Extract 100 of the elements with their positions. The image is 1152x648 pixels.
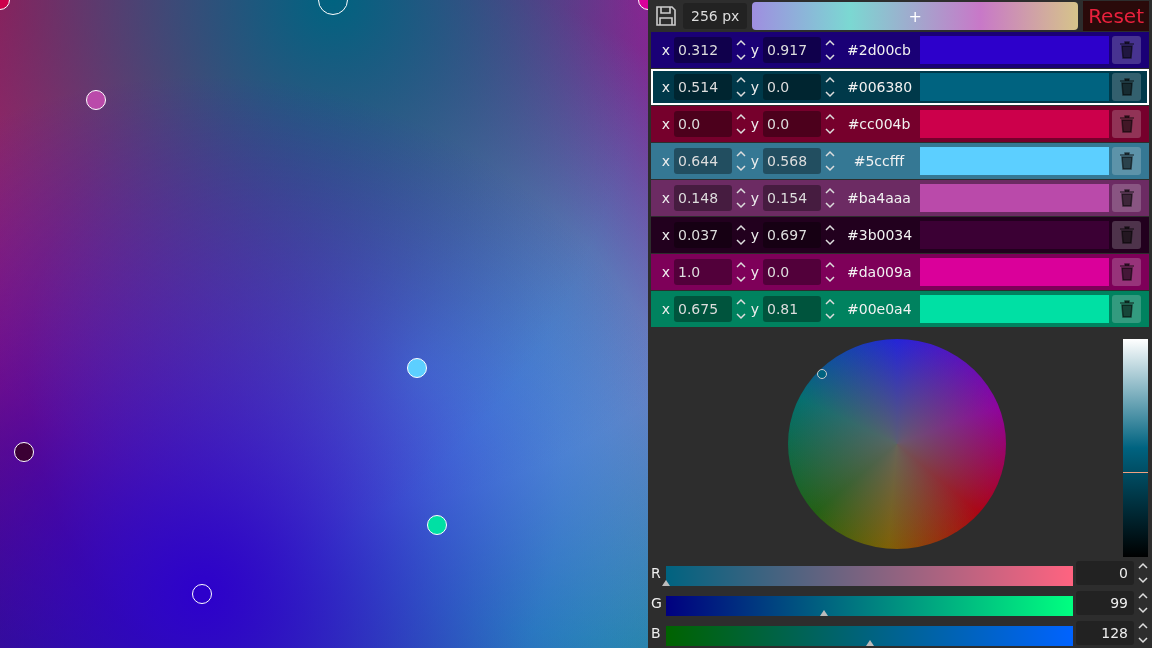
- point-handle[interactable]: [13, 441, 34, 462]
- point-row[interactable]: x 0.0 y 0.0 #cc004b: [651, 106, 1149, 142]
- slider-thumb[interactable]: [662, 580, 670, 586]
- point-row[interactable]: x 0.037 y 0.697 #3b0034: [651, 217, 1149, 253]
- delete-button[interactable]: [1112, 295, 1141, 323]
- x-label: x: [661, 264, 671, 280]
- color-swatch[interactable]: [920, 221, 1109, 249]
- spinner-icon[interactable]: [824, 222, 836, 248]
- channel-value-field[interactable]: 99: [1076, 591, 1134, 615]
- x-field[interactable]: 0.037: [674, 222, 732, 248]
- spinner-icon[interactable]: [824, 74, 836, 100]
- spinner-icon[interactable]: [735, 74, 747, 100]
- value-slider[interactable]: [1123, 339, 1148, 557]
- x-label: x: [661, 227, 671, 243]
- x-label: x: [661, 190, 671, 206]
- slider-thumb[interactable]: [866, 640, 875, 646]
- x-field[interactable]: 0.644: [674, 148, 732, 174]
- point-handle[interactable]: [407, 358, 428, 379]
- channel-label: B: [651, 625, 662, 641]
- y-field[interactable]: 0.0: [763, 74, 821, 100]
- y-field[interactable]: 0.0: [763, 111, 821, 137]
- x-field[interactable]: 1.0: [674, 259, 732, 285]
- hex-code: #006380: [847, 79, 911, 95]
- point-row[interactable]: x 0.312 y 0.917 #2d00cb: [651, 32, 1149, 68]
- channel-slider[interactable]: [666, 596, 1073, 616]
- y-label: y: [750, 116, 760, 132]
- spinner-icon[interactable]: [824, 259, 836, 285]
- spinner-icon[interactable]: [1137, 590, 1149, 616]
- channel-slider[interactable]: [666, 626, 1073, 646]
- y-field[interactable]: 0.568: [763, 148, 821, 174]
- y-field[interactable]: 0.154: [763, 185, 821, 211]
- y-field[interactable]: 0.0: [763, 259, 821, 285]
- trash-icon: [1118, 115, 1135, 133]
- point-row[interactable]: x 0.644 y 0.568 #5ccfff: [651, 143, 1149, 179]
- trash-icon: [1118, 226, 1135, 244]
- y-label: y: [750, 153, 760, 169]
- color-swatch[interactable]: [920, 147, 1109, 175]
- x-label: x: [661, 116, 671, 132]
- hex-code: #00e0a4: [847, 301, 911, 317]
- y-label: y: [750, 79, 760, 95]
- delete-button[interactable]: [1112, 184, 1141, 212]
- color-swatch[interactable]: [920, 36, 1109, 64]
- color-swatch[interactable]: [920, 73, 1109, 101]
- y-label: y: [750, 301, 760, 317]
- reset-button[interactable]: Reset: [1083, 1, 1149, 31]
- x-field[interactable]: 0.0: [674, 111, 732, 137]
- point-handle[interactable]: [85, 89, 106, 110]
- point-row[interactable]: x 0.514 y 0.0 #006380: [651, 69, 1149, 105]
- x-label: x: [661, 153, 671, 169]
- delete-button[interactable]: [1112, 110, 1141, 138]
- y-field[interactable]: 0.917: [763, 37, 821, 63]
- hex-code: #ba4aaa: [847, 190, 911, 206]
- spinner-icon[interactable]: [1137, 560, 1149, 586]
- slider-thumb[interactable]: [819, 610, 828, 616]
- color-swatch[interactable]: [920, 258, 1109, 286]
- wheel-marker[interactable]: [816, 369, 827, 380]
- x-field[interactable]: 0.312: [674, 37, 732, 63]
- point-row[interactable]: x 0.148 y 0.154 #ba4aaa: [651, 180, 1149, 216]
- hex-code: #5ccfff: [852, 153, 906, 169]
- color-swatch[interactable]: [920, 295, 1109, 323]
- trash-icon: [1118, 300, 1135, 318]
- point-handle[interactable]: [427, 514, 448, 535]
- spinner-icon[interactable]: [735, 37, 747, 63]
- y-field[interactable]: 0.81: [763, 296, 821, 322]
- y-label: y: [750, 264, 760, 280]
- delete-button[interactable]: [1112, 258, 1141, 286]
- hex-code: #2d00cb: [847, 42, 911, 58]
- value-marker[interactable]: [1123, 472, 1148, 474]
- save-icon[interactable]: [654, 4, 678, 28]
- spinner-icon[interactable]: [735, 222, 747, 248]
- spinner-icon[interactable]: [735, 259, 747, 285]
- hex-code: #cc004b: [847, 116, 911, 132]
- spinner-icon[interactable]: [735, 111, 747, 137]
- spinner-icon[interactable]: [824, 111, 836, 137]
- point-row[interactable]: x 0.675 y 0.81 #00e0a4: [651, 291, 1149, 327]
- y-label: y: [750, 42, 760, 58]
- hex-code: #3b0034: [847, 227, 911, 243]
- channel-value-field[interactable]: 128: [1076, 621, 1134, 645]
- spinner-icon[interactable]: [1137, 620, 1149, 646]
- x-field[interactable]: 0.148: [674, 185, 732, 211]
- channel-label: R: [651, 565, 662, 581]
- trash-icon: [1118, 78, 1135, 96]
- trash-icon: [1118, 152, 1135, 170]
- y-label: y: [750, 190, 760, 206]
- delete-button[interactable]: [1112, 73, 1141, 101]
- size-field[interactable]: 256 px: [683, 3, 748, 29]
- x-field[interactable]: 0.514: [674, 74, 732, 100]
- point-handle[interactable]: [192, 584, 213, 605]
- y-field[interactable]: 0.697: [763, 222, 821, 248]
- trash-icon: [1118, 189, 1135, 207]
- x-label: x: [661, 79, 671, 95]
- color-swatch[interactable]: [920, 184, 1109, 212]
- spinner-icon[interactable]: [735, 185, 747, 211]
- spinner-icon[interactable]: [824, 37, 836, 63]
- channel-value-field[interactable]: 0: [1076, 561, 1134, 585]
- color-swatch[interactable]: [920, 110, 1109, 138]
- delete-button[interactable]: [1112, 147, 1141, 175]
- x-field[interactable]: 0.675: [674, 296, 732, 322]
- point-row[interactable]: x 1.0 y 0.0 #da009a: [651, 254, 1149, 290]
- spinner-icon[interactable]: [824, 185, 836, 211]
